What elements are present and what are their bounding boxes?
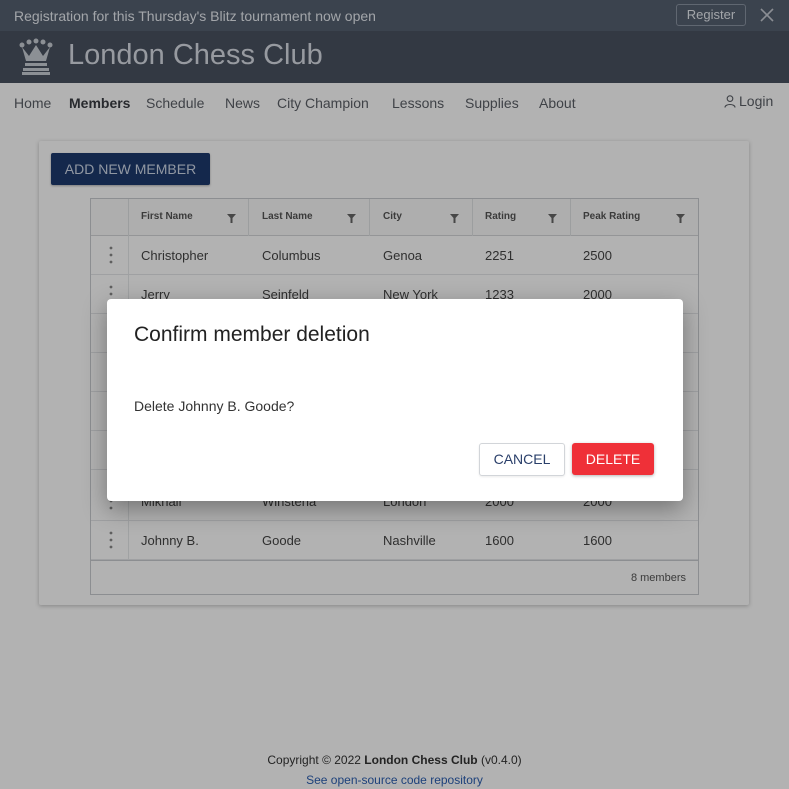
- dialog-title: Confirm member deletion: [134, 323, 370, 346]
- cancel-button[interactable]: CANCEL: [479, 443, 565, 476]
- dialog-message: Delete Johnny B. Goode?: [134, 398, 295, 414]
- confirm-delete-dialog: Confirm member deletion Delete Johnny B.…: [107, 299, 683, 501]
- delete-button[interactable]: DELETE: [572, 443, 654, 475]
